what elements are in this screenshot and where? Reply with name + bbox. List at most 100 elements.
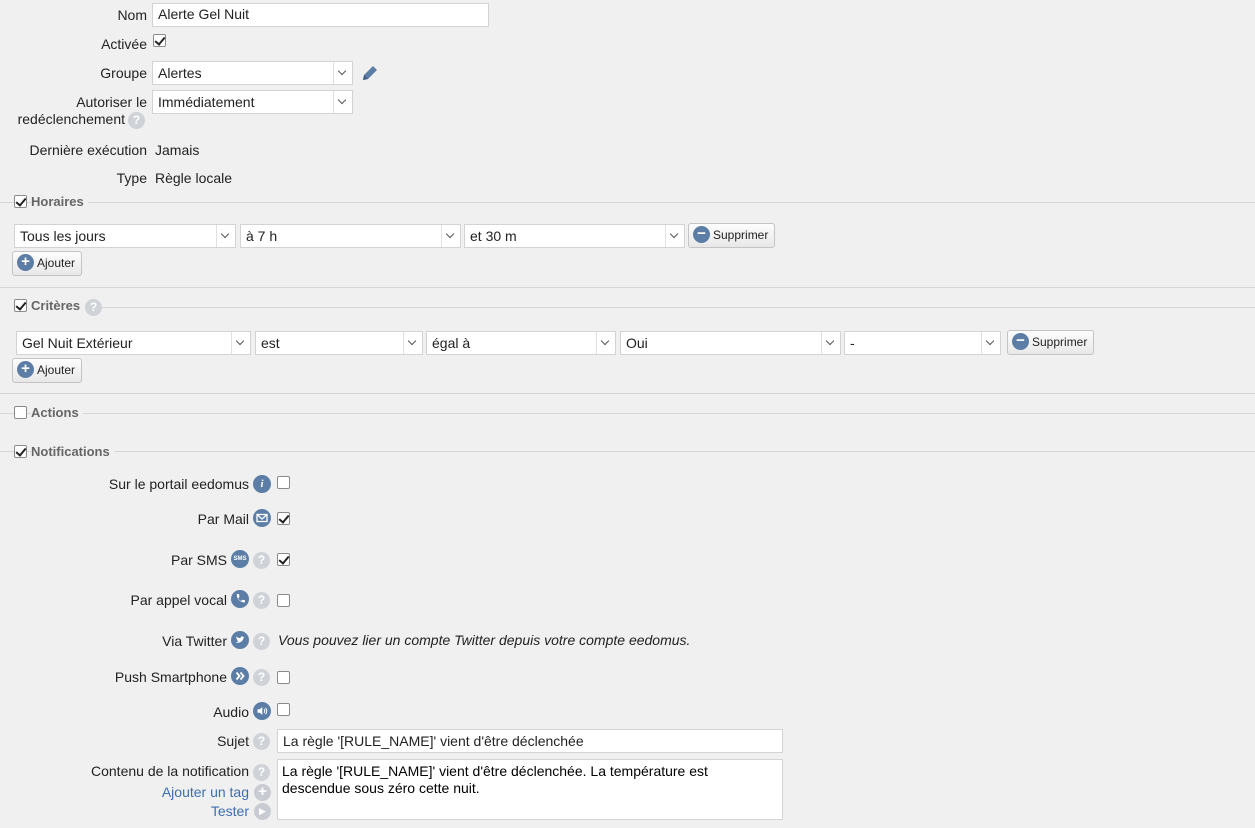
mail-icon bbox=[253, 509, 271, 527]
chevron-down-icon bbox=[821, 332, 840, 354]
retrigger-select[interactable]: Immédiatement bbox=[152, 90, 353, 114]
criteria-add-button[interactable]: + Ajouter bbox=[12, 358, 83, 383]
content-help-icon[interactable]: ? bbox=[253, 764, 270, 781]
play-icon[interactable]: ▶ bbox=[254, 803, 271, 820]
push-icon bbox=[231, 667, 249, 685]
push-label: Push Smartphone bbox=[114, 669, 227, 685]
twitter-note: Vous pouvez lier un compte Twitter depui… bbox=[278, 632, 691, 648]
speaker-icon bbox=[253, 702, 271, 720]
schedule-minute-select[interactable]: et 30 m bbox=[464, 224, 685, 248]
chevron-down-icon bbox=[665, 225, 684, 247]
twitter-label: Via Twitter bbox=[162, 633, 227, 649]
enabled-checkbox[interactable] bbox=[153, 34, 166, 47]
voice-checkbox[interactable] bbox=[277, 594, 290, 607]
retrigger-help-icon[interactable]: ? bbox=[128, 112, 145, 129]
criteria-checkbox[interactable] bbox=[14, 299, 27, 312]
add-tag-link[interactable]: Ajouter un tag bbox=[162, 784, 249, 800]
criteria-divider bbox=[100, 307, 1255, 308]
minus-icon: − bbox=[1012, 333, 1029, 351]
criteria-verb-select[interactable]: est bbox=[255, 331, 423, 355]
group-select-value: Alertes bbox=[158, 65, 202, 81]
enabled-label: Activée bbox=[101, 36, 147, 52]
criteria-value-value: Oui bbox=[626, 335, 648, 351]
group-label: Groupe bbox=[100, 65, 147, 81]
criteria-help-icon[interactable]: ? bbox=[85, 299, 102, 316]
mail-checkbox[interactable] bbox=[277, 512, 290, 525]
sms-icon: SMS bbox=[231, 550, 249, 568]
content-textarea[interactable]: La règle '[RULE_NAME]' vient d'être décl… bbox=[277, 759, 783, 820]
actions-title: Actions bbox=[31, 405, 83, 420]
retrigger-label-line2: redéclenchement bbox=[17, 111, 125, 127]
test-link[interactable]: Tester bbox=[211, 803, 249, 819]
schedules-divider bbox=[0, 202, 1255, 203]
schedule-minute-value: et 30 m bbox=[470, 228, 517, 244]
schedules-title: Horaires bbox=[31, 194, 88, 209]
subject-help-icon[interactable]: ? bbox=[253, 733, 270, 750]
phone-icon bbox=[231, 590, 249, 608]
push-checkbox[interactable] bbox=[277, 671, 290, 684]
criteria-delete-label: Supprimer bbox=[1032, 335, 1088, 349]
chevron-down-icon bbox=[403, 332, 422, 354]
last-run-value: Jamais bbox=[155, 142, 200, 158]
retrigger-select-value: Immédiatement bbox=[158, 94, 255, 110]
chevron-down-icon bbox=[596, 332, 615, 354]
chevron-down-icon bbox=[333, 91, 352, 113]
schedule-add-button[interactable]: + Ajouter bbox=[12, 251, 83, 276]
schedule-hour-value: à 7 h bbox=[246, 228, 278, 244]
chevron-down-icon bbox=[333, 62, 352, 84]
portal-label: Sur le portail eedomus bbox=[108, 476, 249, 492]
notifications-checkbox[interactable] bbox=[14, 445, 27, 458]
criteria-operator-select[interactable]: égal à bbox=[426, 331, 616, 355]
audio-label: Audio bbox=[213, 704, 249, 720]
add-tag-plus-icon[interactable]: + bbox=[254, 784, 271, 801]
subject-label: Sujet bbox=[217, 733, 249, 749]
chevron-down-icon bbox=[441, 225, 460, 247]
actions-divider bbox=[0, 413, 1255, 414]
schedule-hour-select[interactable]: à 7 h bbox=[240, 224, 461, 248]
audio-checkbox[interactable] bbox=[277, 703, 290, 716]
schedule-day-value: Tous les jours bbox=[20, 228, 106, 244]
notifications-title: Notifications bbox=[31, 444, 114, 459]
name-label: Nom bbox=[117, 7, 147, 23]
group-select[interactable]: Alertes bbox=[152, 61, 353, 85]
twitter-help-icon[interactable]: ? bbox=[253, 633, 270, 650]
minus-icon: − bbox=[693, 226, 710, 244]
type-label: Type bbox=[116, 170, 147, 186]
plus-icon: + bbox=[17, 254, 34, 272]
type-value: Règle locale bbox=[155, 170, 233, 186]
sms-help-icon[interactable]: ? bbox=[253, 552, 270, 569]
twitter-icon bbox=[231, 631, 249, 649]
schedule-day-select[interactable]: Tous les jours bbox=[14, 224, 236, 248]
plus-icon: + bbox=[17, 361, 34, 379]
chevron-down-icon bbox=[216, 225, 235, 247]
push-help-icon[interactable]: ? bbox=[253, 669, 270, 686]
portal-checkbox[interactable] bbox=[277, 476, 290, 489]
schedule-delete-button[interactable]: − Supprimer bbox=[688, 223, 776, 248]
criteria-device-select[interactable]: Gel Nuit Extérieur bbox=[16, 331, 251, 355]
actions-checkbox[interactable] bbox=[14, 406, 27, 419]
criteria-device-value: Gel Nuit Extérieur bbox=[22, 335, 133, 351]
criteria-title: Critères bbox=[31, 298, 85, 313]
voice-label: Par appel vocal bbox=[130, 592, 227, 608]
section-divider bbox=[0, 393, 1255, 394]
mail-label: Par Mail bbox=[197, 511, 249, 527]
subject-input[interactable]: La règle '[RULE_NAME]' vient d'être décl… bbox=[277, 729, 783, 753]
section-divider bbox=[0, 287, 1255, 288]
sms-label: Par SMS bbox=[170, 552, 227, 568]
name-input[interactable]: Alerte Gel Nuit bbox=[152, 3, 489, 27]
criteria-add-label: Ajouter bbox=[37, 363, 76, 377]
criteria-extra-select[interactable]: - bbox=[844, 331, 1001, 355]
criteria-operator-value: égal à bbox=[432, 335, 471, 351]
voice-help-icon[interactable]: ? bbox=[253, 592, 270, 609]
criteria-value-select[interactable]: Oui bbox=[620, 331, 841, 355]
schedule-delete-label: Supprimer bbox=[713, 228, 769, 242]
chevron-down-icon bbox=[981, 332, 1000, 354]
criteria-delete-button[interactable]: − Supprimer bbox=[1007, 330, 1095, 355]
last-run-label: Dernière exécution bbox=[29, 142, 147, 158]
edit-pencil-icon[interactable] bbox=[360, 63, 380, 83]
sms-checkbox[interactable] bbox=[277, 553, 290, 566]
schedule-add-label: Ajouter bbox=[37, 256, 76, 270]
criteria-extra-value: - bbox=[850, 335, 855, 351]
schedules-checkbox[interactable] bbox=[14, 195, 27, 208]
content-label: Contenu de la notification bbox=[91, 763, 249, 779]
